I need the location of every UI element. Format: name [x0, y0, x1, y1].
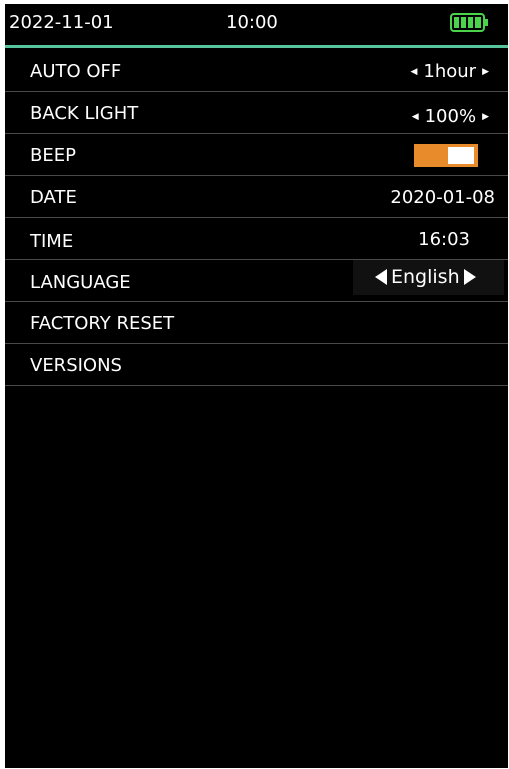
beep-toggle[interactable] [414, 144, 478, 167]
language-value: English [391, 266, 460, 288]
setting-language[interactable]: LANGUAGE English [5, 260, 508, 302]
setting-label: FACTORY RESET [30, 313, 175, 334]
language-selector[interactable]: English [353, 260, 504, 295]
setting-value: 2020-01-08 [390, 187, 495, 208]
status-date: 2022-11-01 [9, 12, 114, 33]
auto-off-selector[interactable]: ◀ 1hour ▶ [404, 61, 495, 82]
setting-label: AUTO OFF [30, 61, 122, 82]
arrow-right-icon[interactable]: ▶ [482, 112, 489, 122]
arrow-left-icon[interactable] [375, 269, 387, 285]
setting-auto-off[interactable]: AUTO OFF ◀ 1hour ▶ [5, 50, 508, 92]
setting-label: BACK LIGHT [30, 103, 139, 124]
settings-menu: AUTO OFF ◀ 1hour ▶ BACK LIGHT ◀ 100% ▶ B… [5, 50, 508, 386]
setting-value: 1hour [423, 61, 477, 82]
status-time: 10:00 [226, 12, 278, 33]
setting-time[interactable]: TIME 16:03 [5, 218, 508, 260]
setting-label: VERSIONS [30, 355, 122, 376]
setting-versions[interactable]: VERSIONS [5, 344, 508, 386]
arrow-left-icon[interactable]: ◀ [412, 112, 419, 122]
setting-value: 100% [424, 106, 477, 127]
setting-label: LANGUAGE [30, 272, 131, 293]
setting-date[interactable]: DATE 2020-01-08 [5, 176, 508, 218]
setting-beep[interactable]: BEEP [5, 134, 508, 176]
battery-full-icon [450, 13, 489, 32]
toggle-knob [448, 147, 474, 164]
arrow-left-icon[interactable]: ◀ [410, 67, 417, 77]
setting-back-light[interactable]: BACK LIGHT ◀ 100% ▶ [5, 92, 508, 134]
status-bar: 2022-11-01 10:00 [5, 4, 508, 42]
device-screen: 2022-11-01 10:00 AUTO OFF ◀ 1hour ▶ BACK [5, 4, 508, 768]
status-divider [5, 45, 508, 48]
setting-factory-reset[interactable]: FACTORY RESET [5, 302, 508, 344]
arrow-right-icon[interactable] [463, 269, 476, 285]
setting-label: DATE [30, 187, 77, 208]
back-light-selector[interactable]: ◀ 100% ▶ [406, 106, 495, 127]
setting-label: TIME [30, 231, 74, 252]
arrow-right-icon[interactable]: ▶ [482, 67, 489, 77]
setting-value: 16:03 [418, 229, 470, 250]
setting-label: BEEP [30, 145, 76, 166]
